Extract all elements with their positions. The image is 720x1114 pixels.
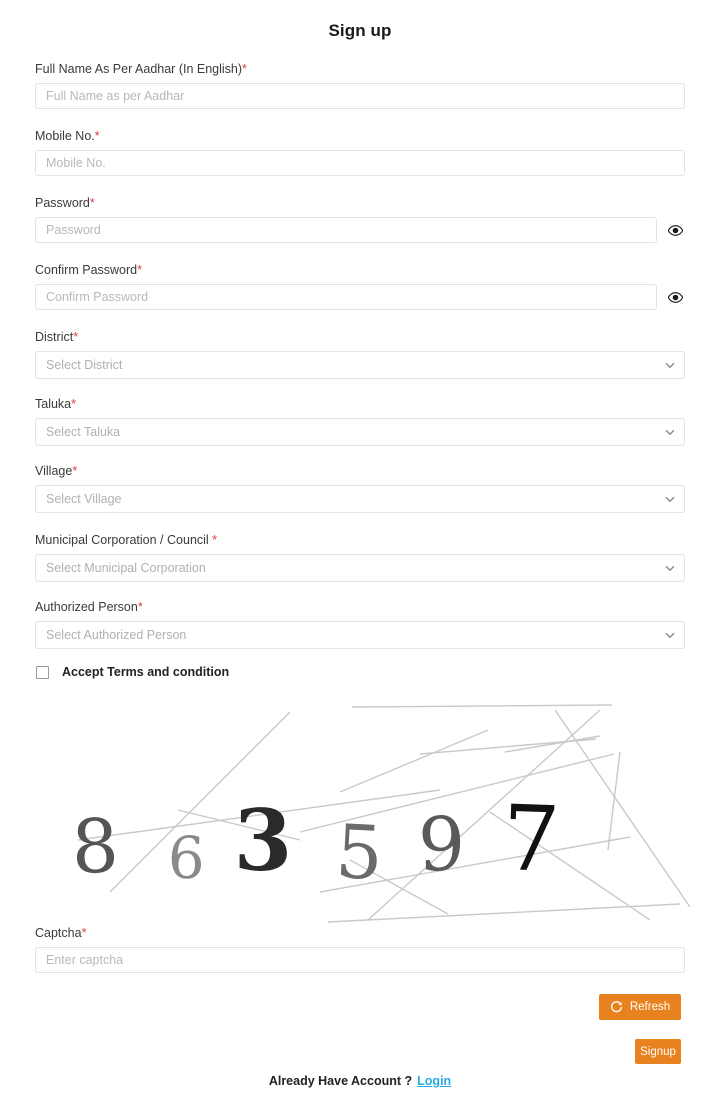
required-asterisk: * xyxy=(137,600,143,614)
label-text: Village xyxy=(35,464,73,478)
field-mobile-no: Mobile No.* xyxy=(35,129,685,176)
label-confirm-password: Confirm Password* xyxy=(35,263,685,277)
captcha-digit: 5 xyxy=(334,809,386,897)
control-row-password xyxy=(35,217,685,243)
taluka-select[interactable]: Select Taluka xyxy=(35,418,685,446)
label-district: District* xyxy=(35,330,685,344)
field-password: Password* xyxy=(35,196,685,243)
select-wrap-district: Select District xyxy=(35,351,685,379)
label-text: Password xyxy=(35,196,90,210)
login-link[interactable]: Login xyxy=(417,1074,451,1088)
captcha-image: 8 6 3 5 9 7 xyxy=(0,692,720,924)
eye-icon xyxy=(667,224,683,236)
field-taluka: Taluka* Select Taluka xyxy=(35,397,685,446)
label-municipal-corporation: Municipal Corporation / Council * xyxy=(35,533,685,547)
captcha-input[interactable] xyxy=(35,947,685,973)
password-input[interactable] xyxy=(35,217,658,243)
terms-row: Accept Terms and condition xyxy=(35,665,685,679)
toggle-password-visibility-button[interactable] xyxy=(665,219,685,241)
label-text: Captcha xyxy=(35,926,82,940)
label-text: District xyxy=(35,330,74,344)
toggle-confirm-password-visibility-button[interactable] xyxy=(665,286,685,308)
select-wrap-village: Select Village xyxy=(35,485,685,513)
accept-terms-checkbox[interactable] xyxy=(36,665,49,679)
required-asterisk: * xyxy=(212,533,218,547)
field-captcha: Captcha* xyxy=(35,926,685,973)
village-select[interactable]: Select Village xyxy=(35,485,685,513)
required-asterisk: * xyxy=(137,263,142,277)
confirm-password-input[interactable] xyxy=(35,284,658,310)
label-text: Municipal Corporation / Council xyxy=(35,533,213,547)
signup-button[interactable]: Signup xyxy=(635,1039,681,1064)
captcha-digit: 6 xyxy=(167,824,205,893)
control-row-mobile-no xyxy=(35,150,685,176)
already-have-account-text: Already Have Account ? xyxy=(268,1074,413,1088)
control-row-confirm-password xyxy=(35,284,685,310)
label-text: Full Name As Per Aadhar (In English) xyxy=(35,62,243,76)
label-taluka: Taluka* xyxy=(35,397,685,411)
field-municipal-corporation: Municipal Corporation / Council * Select… xyxy=(35,533,685,582)
page-title: Sign up xyxy=(328,21,392,40)
refresh-icon xyxy=(610,1000,622,1012)
select-wrap-municipal-corporation: Select Municipal Corporation xyxy=(35,554,685,582)
label-captcha: Captcha* xyxy=(35,926,685,940)
label-password: Password* xyxy=(35,196,685,210)
label-village: Village* xyxy=(35,464,685,478)
captcha-digit: 9 xyxy=(417,802,466,889)
mobile-no-input[interactable] xyxy=(35,150,685,176)
control-row-full-name xyxy=(35,83,685,109)
eye-icon xyxy=(667,291,683,303)
refresh-captcha-button[interactable]: Refresh xyxy=(599,994,681,1020)
municipal-corporation-select[interactable]: Select Municipal Corporation xyxy=(35,554,685,582)
captcha-digit: 3 xyxy=(234,791,292,890)
accept-terms-label: Accept Terms and condition xyxy=(62,665,230,679)
footer: Already Have Account ? Login xyxy=(0,1074,720,1088)
label-text: Taluka xyxy=(35,397,72,411)
label-mobile-no: Mobile No.* xyxy=(35,129,685,143)
district-select[interactable]: Select District xyxy=(35,351,685,379)
label-full-name: Full Name As Per Aadhar (In English)* xyxy=(35,62,685,76)
label-text: Authorized Person xyxy=(35,600,138,614)
required-asterisk: * xyxy=(73,330,79,344)
label-text: Confirm Password xyxy=(35,263,138,277)
refresh-button-label: Refresh xyxy=(629,1001,671,1013)
field-authorized-person: Authorized Person* Select Authorized Per… xyxy=(35,600,685,649)
field-village: Village* Select Village xyxy=(35,464,685,513)
signup-form: Full Name As Per Aadhar (In English)* Mo… xyxy=(35,62,685,679)
captcha-digit: 7 xyxy=(501,786,562,893)
label-authorized-person: Authorized Person* xyxy=(35,600,685,614)
captcha-digit: 8 xyxy=(70,803,120,891)
signup-button-label: Signup xyxy=(640,1045,676,1058)
full-name-input[interactable] xyxy=(35,83,685,109)
field-district: District* Select District xyxy=(35,330,685,379)
required-asterisk: * xyxy=(71,397,77,411)
required-asterisk: * xyxy=(94,129,100,143)
required-asterisk: * xyxy=(89,196,95,210)
captcha-canvas: 8 6 3 5 9 7 xyxy=(0,692,720,924)
field-confirm-password: Confirm Password* xyxy=(35,263,685,310)
field-full-name: Full Name As Per Aadhar (In English)* xyxy=(35,62,685,109)
required-asterisk: * xyxy=(72,464,78,478)
authorized-person-select[interactable]: Select Authorized Person xyxy=(35,621,685,649)
signup-page: Sign up Full Name As Per Aadhar (In Engl… xyxy=(0,0,720,1114)
label-text: Mobile No. xyxy=(35,129,95,143)
select-wrap-authorized-person: Select Authorized Person xyxy=(35,621,685,649)
required-asterisk: * xyxy=(81,926,87,940)
required-asterisk: * xyxy=(242,62,247,76)
select-wrap-taluka: Select Taluka xyxy=(35,418,685,446)
